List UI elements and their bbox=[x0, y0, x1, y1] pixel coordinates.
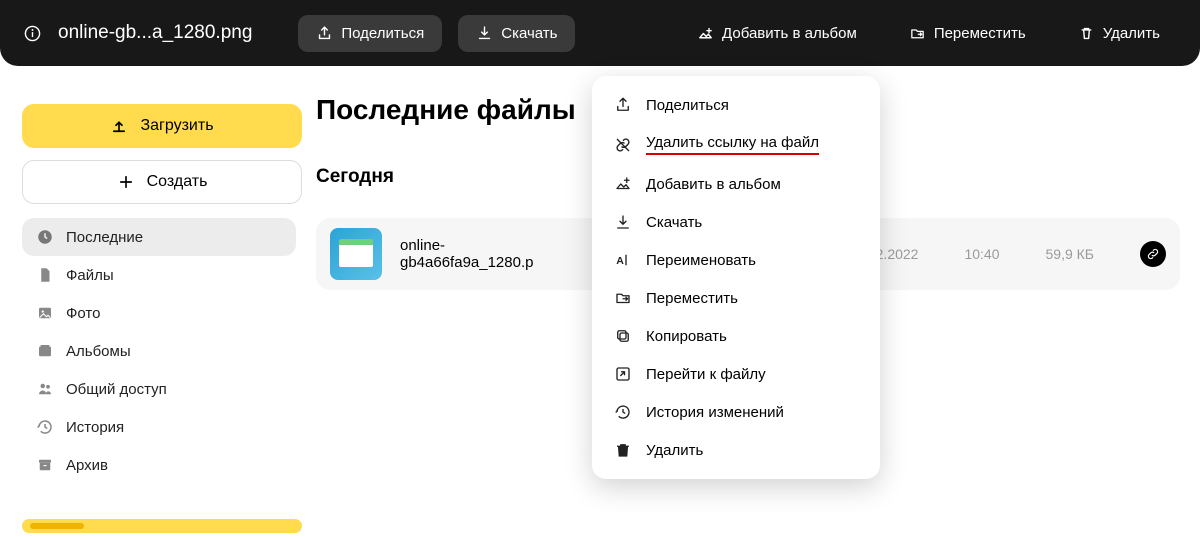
album-add-icon bbox=[697, 25, 714, 42]
archive-icon bbox=[36, 456, 54, 474]
ctx-download[interactable]: Скачать bbox=[592, 203, 880, 241]
create-label: Создать bbox=[147, 173, 208, 191]
move-icon bbox=[909, 25, 926, 42]
move-icon bbox=[614, 289, 632, 307]
share-icon bbox=[316, 25, 333, 42]
ctx-move[interactable]: Переместить bbox=[592, 279, 880, 317]
ctx-add-album[interactable]: Добавить в альбом bbox=[592, 165, 880, 203]
sidebar-item-history[interactable]: История bbox=[22, 408, 296, 446]
svg-text:A: A bbox=[616, 255, 624, 267]
move-label: Переместить bbox=[934, 25, 1026, 42]
clock-icon bbox=[36, 228, 54, 246]
ctx-label: Переименовать bbox=[646, 252, 756, 269]
file-thumbnail bbox=[330, 228, 382, 280]
sidebar-item-label: Фото bbox=[66, 305, 100, 322]
create-button[interactable]: Создать bbox=[22, 160, 302, 204]
album-icon bbox=[36, 342, 54, 360]
ctx-label: Копировать bbox=[646, 328, 727, 345]
add-to-album-label: Добавить в альбом bbox=[722, 25, 857, 42]
shared-link-badge[interactable] bbox=[1140, 241, 1166, 267]
ctx-delete[interactable]: Удалить bbox=[592, 431, 880, 469]
sidebar-item-label: Общий доступ bbox=[66, 381, 167, 398]
ctx-label: Поделиться bbox=[646, 97, 729, 114]
upload-label: Загрузить bbox=[140, 117, 213, 135]
ctx-copy[interactable]: Копировать bbox=[592, 317, 880, 355]
ctx-label: Переместить bbox=[646, 290, 738, 307]
ctx-remove-link[interactable]: Удалить ссылку на файл bbox=[592, 124, 880, 165]
trash-icon bbox=[614, 441, 632, 459]
sidebar-item-archive[interactable]: Архив bbox=[22, 446, 296, 484]
file-icon bbox=[36, 266, 54, 284]
link-icon bbox=[1146, 247, 1160, 261]
goto-icon bbox=[614, 365, 632, 383]
file-time: 10:40 bbox=[964, 246, 999, 262]
sidebar-item-shared[interactable]: Общий доступ bbox=[22, 370, 296, 408]
share-button[interactable]: Поделиться bbox=[298, 15, 442, 52]
history-icon bbox=[614, 403, 632, 421]
sidebar-item-recent[interactable]: Последние bbox=[22, 218, 296, 256]
sidebar-item-label: Последние bbox=[66, 229, 143, 246]
download-label: Скачать bbox=[501, 25, 557, 42]
download-icon bbox=[614, 213, 632, 231]
album-add-icon bbox=[614, 175, 632, 193]
ctx-goto[interactable]: Перейти к файлу bbox=[592, 355, 880, 393]
sidebar-item-albums[interactable]: Альбомы bbox=[22, 332, 296, 370]
sidebar-item-label: Архив bbox=[66, 457, 108, 474]
download-button[interactable]: Скачать bbox=[458, 15, 575, 52]
delete-label: Удалить bbox=[1103, 25, 1160, 42]
storage-usage-bar[interactable] bbox=[22, 519, 302, 533]
delete-button[interactable]: Удалить bbox=[1060, 15, 1178, 52]
sidebar-item-label: Альбомы bbox=[66, 343, 131, 360]
history-icon bbox=[36, 418, 54, 436]
move-button[interactable]: Переместить bbox=[891, 15, 1044, 52]
sidebar-item-label: Файлы bbox=[66, 267, 114, 284]
sidebar-nav: Последние Файлы Фото Альбомы Общий досту… bbox=[22, 218, 296, 484]
top-toolbar: online-gb...a_1280.png Поделиться Скачат… bbox=[0, 0, 1200, 66]
ctx-history[interactable]: История изменений bbox=[592, 393, 880, 431]
file-name: online-gb4a66fa9a_1280.p bbox=[400, 237, 565, 271]
sidebar: Загрузить Создать Последние Файлы Фото А… bbox=[0, 86, 310, 537]
copy-icon bbox=[614, 327, 632, 345]
ctx-rename[interactable]: A Переименовать bbox=[592, 241, 880, 279]
file-title: online-gb...a_1280.png bbox=[58, 22, 252, 44]
info-icon[interactable] bbox=[22, 23, 42, 43]
rename-icon: A bbox=[614, 251, 632, 269]
sidebar-item-files[interactable]: Файлы bbox=[22, 256, 296, 294]
upload-button[interactable]: Загрузить bbox=[22, 104, 302, 148]
unlink-icon bbox=[614, 136, 632, 154]
plus-icon bbox=[117, 173, 135, 191]
ctx-label: Перейти к файлу bbox=[646, 366, 766, 383]
ctx-share[interactable]: Поделиться bbox=[592, 86, 880, 124]
file-size: 59,9 КБ bbox=[1046, 246, 1094, 262]
ctx-label: Удалить bbox=[646, 442, 703, 459]
sidebar-item-photos[interactable]: Фото bbox=[22, 294, 296, 332]
sidebar-item-label: История bbox=[66, 419, 124, 436]
add-to-album-button[interactable]: Добавить в альбом bbox=[679, 15, 875, 52]
ctx-label: Добавить в альбом bbox=[646, 176, 781, 193]
upload-icon bbox=[110, 117, 128, 135]
ctx-label: История изменений bbox=[646, 404, 784, 421]
ctx-label: Скачать bbox=[646, 214, 702, 231]
share-icon bbox=[614, 96, 632, 114]
ctx-label: Удалить ссылку на файл bbox=[646, 134, 819, 155]
image-icon bbox=[36, 304, 54, 322]
shared-icon bbox=[36, 380, 54, 398]
context-menu: Поделиться Удалить ссылку на файл Добави… bbox=[592, 76, 880, 479]
download-icon bbox=[476, 25, 493, 42]
trash-icon bbox=[1078, 25, 1095, 42]
share-label: Поделиться bbox=[341, 25, 424, 42]
